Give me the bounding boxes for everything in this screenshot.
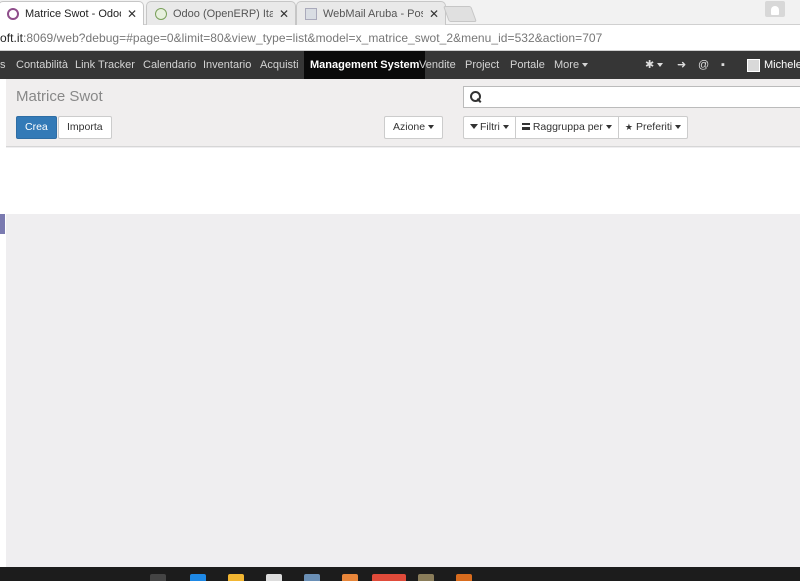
- create-button[interactable]: Crea: [16, 116, 57, 139]
- tab-title: Matrice Swot - Odoo: [25, 7, 121, 20]
- action-label: Azione: [393, 121, 426, 133]
- mail-icon: [305, 7, 317, 20]
- favorites-dropdown[interactable]: ★ Preferiti: [617, 116, 689, 139]
- profile-icon[interactable]: [765, 1, 785, 17]
- filter-icon: [470, 124, 478, 129]
- control-panel: Matrice Swot Crea Importa Azione Filtri …: [6, 79, 800, 147]
- groupby-label: Raggruppa per: [532, 121, 603, 133]
- chevron-down-icon: [502, 125, 509, 130]
- at-mention-icon[interactable]: @: [698, 51, 709, 79]
- nav-item-project[interactable]: Project: [465, 51, 499, 79]
- leaf-icon: [155, 7, 167, 20]
- browser-tab-webmail[interactable]: WebMail Aruba - Posta i ✕: [296, 1, 446, 25]
- search-icon: [470, 91, 481, 102]
- nav-item-portale[interactable]: Portale: [510, 51, 545, 79]
- close-tab-icon[interactable]: ✕: [429, 7, 439, 21]
- odoo-top-navbar: s Contabilità Link Tracker Calendario In…: [0, 51, 800, 79]
- url-text[interactable]: oft.it:8069/web?debug=#page=0&limit=80&v…: [0, 31, 602, 45]
- browser-tab-odoo-italia[interactable]: Odoo (OpenERP) Italia - ✕: [146, 1, 296, 25]
- user-name[interactable]: Michele: [764, 51, 800, 79]
- nav-item-more[interactable]: More: [554, 51, 589, 79]
- nav-item-acquisti[interactable]: Acquisti: [260, 51, 299, 79]
- file-explorer-icon[interactable]: [228, 574, 244, 581]
- chevron-down-icon: [657, 63, 664, 68]
- list-bars-icon: [521, 123, 530, 130]
- chevron-down-icon: [605, 125, 612, 130]
- url-path: :8069/web?debug=#page=0&limit=80&view_ty…: [22, 31, 603, 45]
- nav-item-inventario[interactable]: Inventario: [203, 51, 251, 79]
- nav-item-contabilita[interactable]: Contabilità: [16, 51, 68, 79]
- firefox-icon[interactable]: [342, 574, 358, 581]
- task-view-icon[interactable]: [150, 574, 166, 581]
- app-icon[interactable]: [418, 574, 434, 581]
- debug-bug-icon[interactable]: ✱: [645, 51, 664, 79]
- tab-title: WebMail Aruba - Posta i: [323, 7, 423, 20]
- filters-label: Filtri: [480, 121, 500, 133]
- nav-item-management-system[interactable]: Management System: [304, 51, 426, 79]
- app-icon[interactable]: [456, 574, 472, 581]
- sign-in-icon[interactable]: ➜: [677, 51, 686, 79]
- chat-icon[interactable]: ▪: [721, 51, 725, 79]
- nav-item-vendite[interactable]: Vendite: [419, 51, 456, 79]
- store-icon[interactable]: [266, 574, 282, 581]
- filters-dropdown[interactable]: Filtri: [463, 116, 516, 139]
- tab-title: Odoo (OpenERP) Italia -: [173, 7, 273, 20]
- star-icon: ★: [624, 122, 633, 132]
- action-dropdown[interactable]: Azione: [384, 116, 444, 139]
- favorites-label: Preferiti: [635, 121, 673, 133]
- app-icon[interactable]: [304, 574, 320, 581]
- new-tab-button[interactable]: [443, 6, 477, 22]
- avatar[interactable]: [747, 59, 760, 72]
- page-title: Matrice Swot: [16, 88, 103, 105]
- nav-item-link-tracker[interactable]: Link Tracker: [75, 51, 135, 79]
- chrome-icon[interactable]: [372, 574, 406, 581]
- nav-item-calendario[interactable]: Calendario: [143, 51, 196, 79]
- list-view-empty-area: [6, 148, 800, 214]
- url-host: oft.it: [0, 31, 23, 45]
- browser-tab-strip: Matrice Swot - Odoo ✕ Odoo (OpenERP) Ita…: [0, 0, 800, 25]
- close-tab-icon[interactable]: ✕: [279, 7, 289, 21]
- windows-taskbar: [0, 567, 800, 581]
- edge-browser-icon[interactable]: [190, 574, 206, 581]
- groupby-dropdown[interactable]: Raggruppa per: [514, 116, 619, 139]
- search-input[interactable]: [463, 86, 800, 108]
- search-options-group: Filtri Raggruppa per ★ Preferiti: [463, 116, 689, 139]
- close-tab-icon[interactable]: ✕: [127, 7, 137, 21]
- nav-item-cut[interactable]: s: [0, 51, 6, 79]
- chevron-down-icon: [428, 125, 435, 130]
- address-bar[interactable]: oft.it:8069/web?debug=#page=0&limit=80&v…: [0, 25, 800, 51]
- left-edge-marker: [0, 214, 5, 234]
- odoo-icon: [7, 7, 19, 20]
- chevron-down-icon: [582, 63, 589, 68]
- main-content-background: [6, 214, 800, 567]
- browser-tab-matrice-swot[interactable]: Matrice Swot - Odoo ✕: [0, 1, 144, 25]
- chevron-down-icon: [675, 125, 682, 130]
- import-button[interactable]: Importa: [58, 116, 112, 139]
- more-label: More: [554, 59, 580, 71]
